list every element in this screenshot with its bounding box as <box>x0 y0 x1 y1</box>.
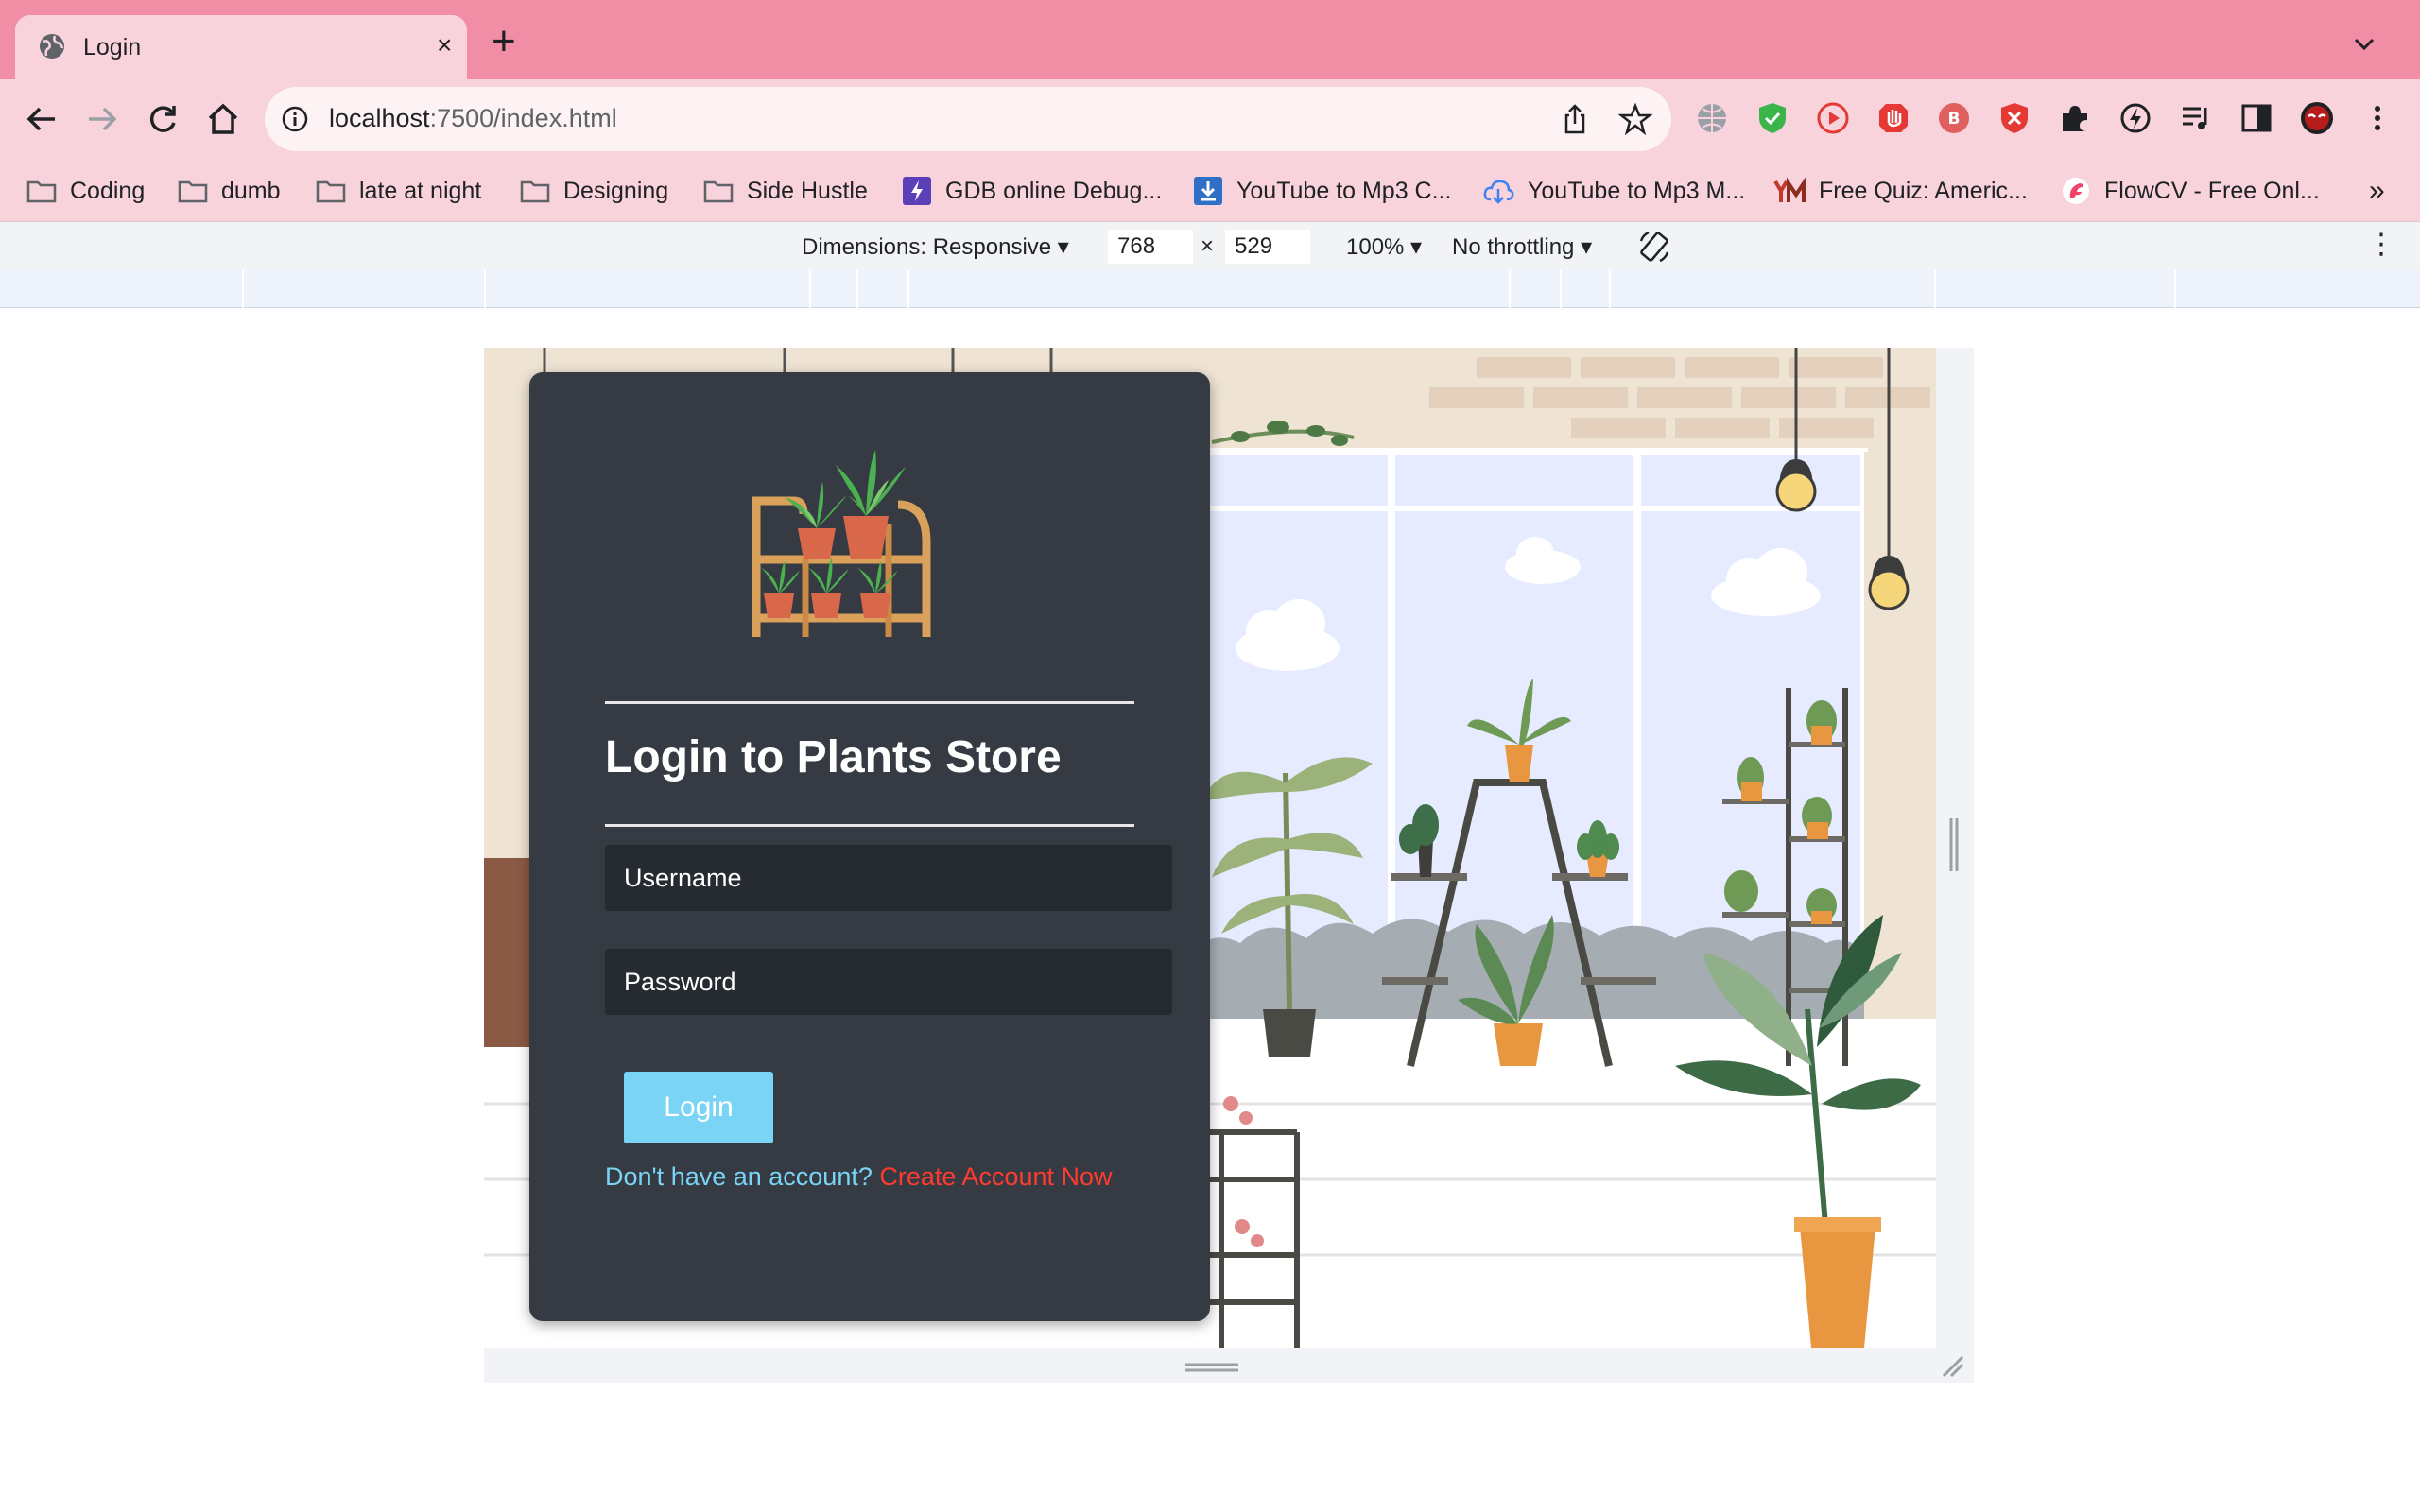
side-panel-icon[interactable] <box>2238 100 2274 136</box>
throttling-dropdown[interactable]: No throttling ▾ <box>1452 233 1592 261</box>
viewport-resize-handle-right[interactable] <box>1936 348 1974 1383</box>
page-title: Login to Plants Store <box>605 732 1062 782</box>
title-divider-bottom <box>605 824 1134 827</box>
bookmark-label: YouTube to Mp3 M... <box>1528 177 1746 204</box>
bookmark-coding[interactable]: Coding <box>26 172 145 210</box>
gdb-icon <box>903 177 931 205</box>
new-tab-button[interactable]: + <box>492 21 516 62</box>
bookmark-late-at-night[interactable]: late at night <box>316 172 481 210</box>
media-query-ruler[interactable] <box>0 270 2420 308</box>
bookmark-designing[interactable]: Designing <box>520 172 668 210</box>
performance-bolt-icon[interactable] <box>2118 100 2153 136</box>
dimensions-dropdown[interactable]: Dimensions: Responsive ▾ <box>802 233 1069 261</box>
plant-shelf-logo-icon <box>752 450 931 637</box>
folder-icon <box>703 180 734 203</box>
bookmark-label: GDB online Debug... <box>945 177 1163 204</box>
cloud-download-icon <box>1483 180 1514 204</box>
create-account-link[interactable]: Create Account Now <box>879 1162 1112 1191</box>
bookmark-gdb[interactable]: GDB online Debug... <box>902 172 1162 210</box>
password-input[interactable] <box>605 949 1172 1015</box>
zoom-dropdown[interactable]: 100% ▾ <box>1346 233 1422 261</box>
globe-icon <box>40 34 64 59</box>
bookmark-star-icon[interactable] <box>1618 102 1652 136</box>
bookmark-label: Coding <box>70 177 146 204</box>
bookmark-free-quiz[interactable]: Free Quiz: Americ... <box>1773 172 2028 210</box>
viewport-resize-handle-bottom[interactable] <box>484 1348 1974 1383</box>
viewport-width-input[interactable] <box>1108 230 1193 264</box>
tab-strip: Login × + <box>0 0 2420 79</box>
bookmark-label: late at night <box>359 177 482 204</box>
profile-avatar-icon[interactable] <box>2299 100 2335 136</box>
url-host: localhost <box>329 104 430 132</box>
media-queue-icon[interactable] <box>2178 100 2214 136</box>
bookmark-label: FlowCV - Free Onl... <box>2104 177 2320 204</box>
shield-check-icon[interactable] <box>1754 100 1790 136</box>
bookmark-flowcv[interactable]: FlowCV - Free Onl... <box>2061 172 2320 210</box>
bookmark-label: Side Hustle <box>747 177 868 204</box>
horizontal-grip-icon <box>1185 1363 1238 1372</box>
bookmarks-bar: Coding dumb late at night Designing Side… <box>0 164 2420 221</box>
url-path: :7500/index.html <box>429 104 617 132</box>
youtube-play-icon[interactable] <box>1815 100 1851 136</box>
bookmarks-more-button[interactable]: » <box>2369 172 2385 210</box>
device-toolbar-more-icon[interactable]: ⋮ <box>2367 228 2395 261</box>
bookmark-youtube-mp3-m[interactable]: YouTube to Mp3 M... <box>1482 172 1745 210</box>
login-card: Login to Plants Store Login Don't have a… <box>529 372 1210 1321</box>
dimension-separator: × <box>1201 233 1215 259</box>
signup-question: Don't have an account? <box>605 1162 873 1191</box>
translate-globe-icon[interactable] <box>1694 100 1730 136</box>
tab-title: Login <box>83 34 142 60</box>
login-button[interactable]: Login <box>624 1072 773 1143</box>
vertical-grip-icon <box>1949 818 1959 871</box>
rotate-icon[interactable] <box>1635 228 1673 266</box>
ym-logo-icon <box>1773 177 1806 202</box>
home-icon[interactable] <box>202 98 244 140</box>
url-text[interactable]: localhost:7500/index.html <box>329 104 617 133</box>
viewport-height-input[interactable] <box>1225 230 1310 264</box>
download-icon <box>1194 177 1222 205</box>
bookmark-dumb[interactable]: dumb <box>178 172 281 210</box>
browser-menu-icon[interactable] <box>2360 100 2395 136</box>
shield-x-icon[interactable] <box>1996 100 2032 136</box>
svg-text:B: B <box>1948 110 1961 129</box>
title-divider-top <box>605 701 1134 704</box>
tab-login[interactable]: Login × <box>15 15 467 79</box>
bookmark-label: Free Quiz: Americ... <box>1819 177 2028 204</box>
corner-resize-icon[interactable] <box>1940 1353 1966 1380</box>
reload-icon[interactable] <box>142 98 183 140</box>
signup-prompt: Don't have an account? Create Account No… <box>605 1162 1113 1192</box>
share-icon[interactable] <box>1558 102 1592 136</box>
tab-close-icon[interactable]: × <box>437 30 452 60</box>
folder-icon <box>178 180 208 203</box>
folder-icon <box>316 180 346 203</box>
bookmark-label: dumb <box>221 177 281 204</box>
bookmark-label: YouTube to Mp3 C... <box>1236 177 1452 204</box>
site-info-icon[interactable] <box>280 104 310 134</box>
bookmark-label: Designing <box>563 177 669 204</box>
block-b-icon[interactable]: B <box>1936 100 1972 136</box>
extensions-puzzle-icon[interactable] <box>2057 100 2093 136</box>
folder-icon <box>520 180 550 203</box>
stop-hand-icon[interactable] <box>1876 100 1911 136</box>
bookmark-side-hustle[interactable]: Side Hustle <box>703 172 868 210</box>
flowcv-icon <box>2063 178 2089 204</box>
folder-icon <box>26 180 57 203</box>
forward-icon[interactable] <box>81 98 123 140</box>
tab-search-chevron-icon[interactable] <box>2348 28 2380 60</box>
username-input[interactable] <box>605 845 1172 911</box>
device-toolbar: Dimensions: Responsive ▾ × 100% ▾ No thr… <box>0 221 2420 270</box>
back-icon[interactable] <box>21 98 62 140</box>
bookmark-youtube-mp3-c[interactable]: YouTube to Mp3 C... <box>1193 172 1451 210</box>
